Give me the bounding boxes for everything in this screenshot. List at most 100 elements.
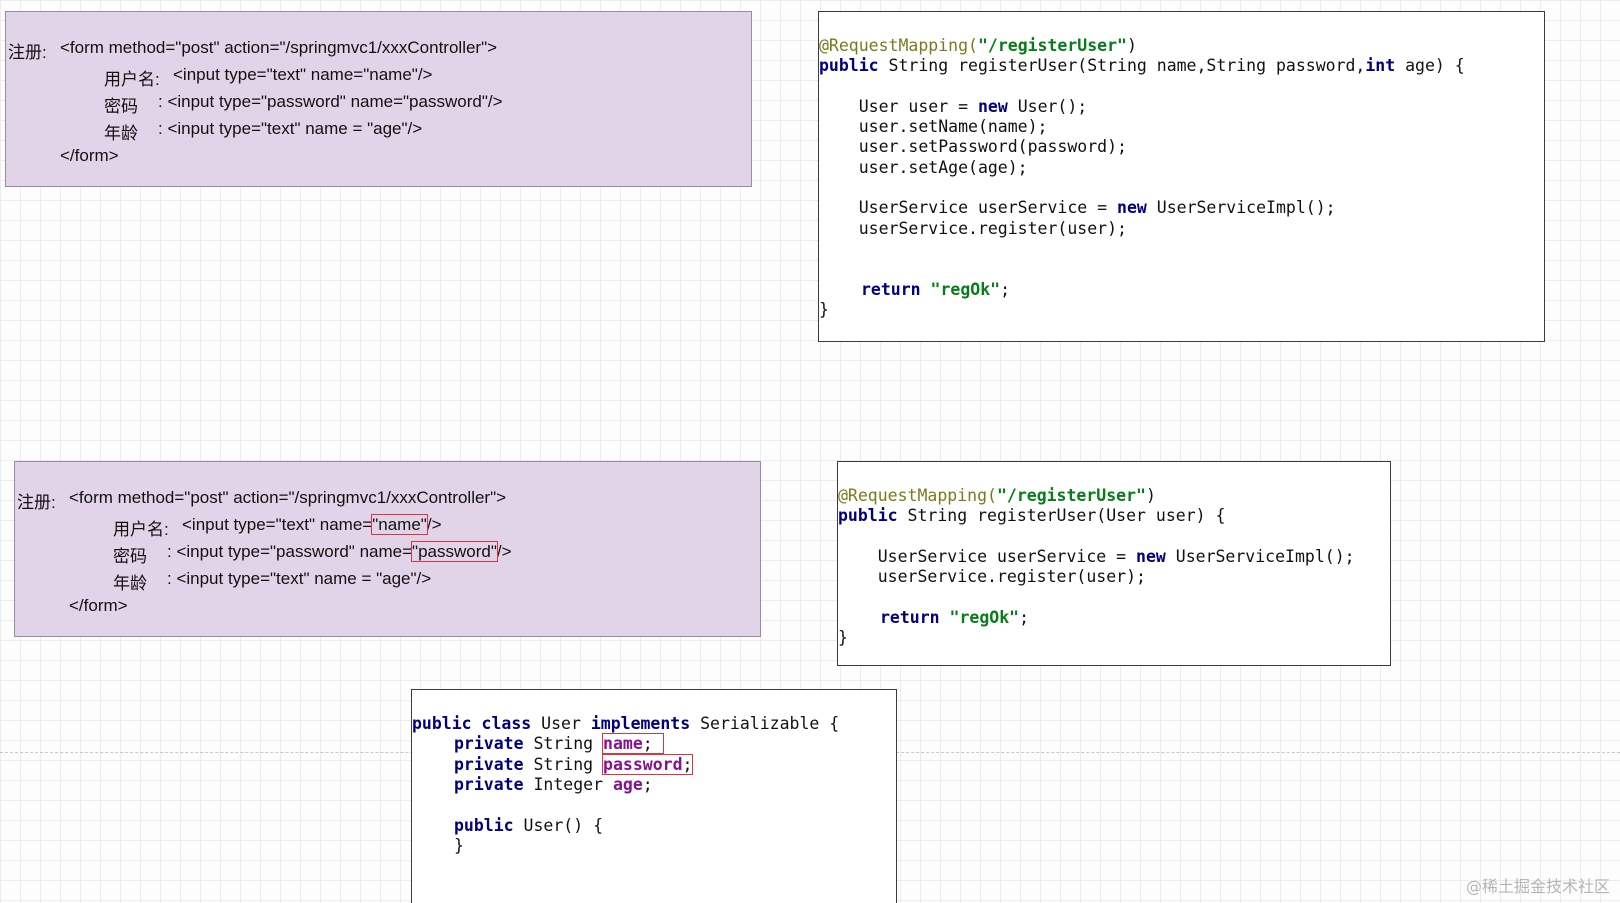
password-label: 密码 bbox=[104, 97, 138, 116]
watermark: @稀土掘金技术社区 bbox=[1465, 877, 1610, 896]
code-text: Integer bbox=[523, 775, 613, 794]
code-line: user.setPassword(password); bbox=[819, 137, 1127, 156]
code-text: User user = bbox=[819, 97, 978, 116]
code-text: UserService userService = bbox=[838, 547, 1137, 566]
keyword: new bbox=[1136, 547, 1166, 566]
code-line: user.setName(name); bbox=[819, 117, 1048, 136]
closing-brace: } bbox=[819, 300, 829, 319]
string: "regOk" bbox=[930, 280, 1001, 299]
form-close-tag: </form> bbox=[69, 596, 128, 615]
code-text: User bbox=[531, 714, 591, 733]
closing-brace: } bbox=[838, 628, 848, 647]
age-input-code: : <input type="text" name = "age"/> bbox=[167, 569, 432, 588]
age-label: 年龄 bbox=[113, 574, 147, 593]
password-input-code: : <input type="password" name="password"… bbox=[167, 541, 512, 562]
field-name: password bbox=[603, 755, 683, 774]
code-line: userService.register(user); bbox=[819, 219, 1127, 238]
paren: ) bbox=[1145, 486, 1156, 505]
constructor-line: public User() { bbox=[454, 816, 603, 835]
form-close-tag: </form> bbox=[60, 146, 119, 165]
code-text: /> bbox=[496, 542, 512, 561]
code-text: <input type="text" name= bbox=[182, 515, 373, 534]
keyword: private bbox=[454, 775, 524, 794]
code-text: User() { bbox=[513, 816, 604, 835]
form-label: 注册: bbox=[17, 493, 56, 512]
keyword: private bbox=[454, 755, 524, 774]
code-text: /> bbox=[426, 515, 442, 534]
code-text: User(); bbox=[1007, 97, 1088, 116]
field-age-line: private Integer age; bbox=[454, 775, 653, 794]
code-line: user.setAge(age); bbox=[819, 158, 1028, 177]
password-input-code: : <input type="password" name="password"… bbox=[158, 92, 503, 111]
keyword: new bbox=[1117, 198, 1147, 217]
method-signature: public String registerUser(User user) { bbox=[838, 506, 1225, 525]
mapping-string: "/registerUser" bbox=[977, 36, 1127, 55]
code-text: String bbox=[523, 755, 604, 774]
code-text: ; bbox=[1019, 608, 1030, 627]
age-label: 年龄 bbox=[104, 124, 138, 143]
password-field-highlight: password; bbox=[602, 754, 694, 775]
code-text: String registerUser(User user) { bbox=[897, 506, 1226, 525]
code-text: Serializable { bbox=[690, 714, 840, 733]
constructor-close: } bbox=[454, 836, 464, 855]
keyword: new bbox=[977, 97, 1008, 116]
code-text: String bbox=[523, 734, 604, 753]
code-text: String registerUser(String name,String p… bbox=[878, 56, 1366, 75]
form-snippet-2: 注册: <form method="post" action="/springm… bbox=[14, 461, 761, 637]
method-signature: public String registerUser(String name,S… bbox=[819, 56, 1465, 75]
code-text: ; bbox=[642, 775, 653, 794]
field-name: age bbox=[612, 775, 643, 794]
code-text: UserServiceImpl(); bbox=[1146, 198, 1336, 217]
mapping-string: "/registerUser" bbox=[996, 486, 1146, 505]
field-name-line: private String name; bbox=[454, 733, 664, 754]
name-attr-highlight: "name" bbox=[371, 514, 428, 535]
keyword: private bbox=[454, 734, 524, 753]
code-text: UserServiceImpl(); bbox=[1165, 547, 1355, 566]
username-input-code: <input type="text" name="name"/> bbox=[182, 514, 442, 535]
form-open-tag: <form method="post" action="/springmvc1/… bbox=[69, 488, 507, 507]
field-password-line: private String password; bbox=[454, 754, 694, 775]
annotation: @RequestMapping( bbox=[819, 36, 978, 55]
code-line: UserService userService = new UserServic… bbox=[838, 547, 1355, 566]
code-text: : <input type="password" name= bbox=[167, 542, 413, 561]
username-label: 用户名: bbox=[104, 70, 160, 89]
code-text: ; bbox=[642, 734, 653, 753]
code-text: UserService userService = bbox=[819, 198, 1118, 217]
controller-code-1: @RequestMapping("/registerUser") public … bbox=[818, 11, 1545, 342]
annotation-line: @RequestMapping("/registerUser") bbox=[838, 486, 1156, 505]
controller-code-2: @RequestMapping("/registerUser") public … bbox=[837, 461, 1391, 666]
form-open-tag: <form method="post" action="/springmvc1/… bbox=[60, 38, 498, 57]
user-class-code: public class User implements Serializabl… bbox=[411, 689, 897, 903]
code-line: User user = new User(); bbox=[819, 97, 1088, 116]
keyword: return bbox=[861, 280, 921, 299]
return-line: return "regOk"; bbox=[880, 608, 1029, 627]
keyword: public bbox=[454, 816, 514, 835]
paren: ) bbox=[1126, 36, 1137, 55]
annotation: @RequestMapping( bbox=[838, 486, 997, 505]
keyword: return bbox=[880, 608, 940, 627]
class-declaration: public class User implements Serializabl… bbox=[412, 714, 839, 733]
form-label: 注册: bbox=[8, 43, 47, 62]
string: "regOk" bbox=[949, 608, 1020, 627]
username-input-code: <input type="text" name="name"/> bbox=[173, 65, 433, 84]
username-label: 用户名: bbox=[113, 520, 169, 539]
keyword: public bbox=[819, 56, 879, 75]
keyword: public bbox=[838, 506, 898, 525]
keyword: int bbox=[1365, 56, 1396, 75]
code-line: UserService userService = new UserServic… bbox=[819, 198, 1336, 217]
age-input-code: : <input type="text" name = "age"/> bbox=[158, 119, 423, 138]
name-field-highlight: name; bbox=[602, 733, 664, 754]
return-line: return "regOk"; bbox=[861, 280, 1010, 299]
annotation-line: @RequestMapping("/registerUser") bbox=[819, 36, 1137, 55]
keyword: implements bbox=[590, 714, 691, 733]
code-text: ; bbox=[682, 755, 693, 774]
keyword: class bbox=[481, 714, 532, 733]
keyword: public bbox=[412, 714, 472, 733]
code-text: age) { bbox=[1395, 56, 1465, 75]
code-line: userService.register(user); bbox=[838, 567, 1146, 586]
form-snippet-1: 注册: <form method="post" action="/springm… bbox=[5, 11, 752, 187]
password-label: 密码 bbox=[113, 547, 147, 566]
field-name: name bbox=[603, 734, 643, 753]
password-attr-highlight: "password" bbox=[411, 541, 498, 562]
code-text: ; bbox=[1000, 280, 1011, 299]
